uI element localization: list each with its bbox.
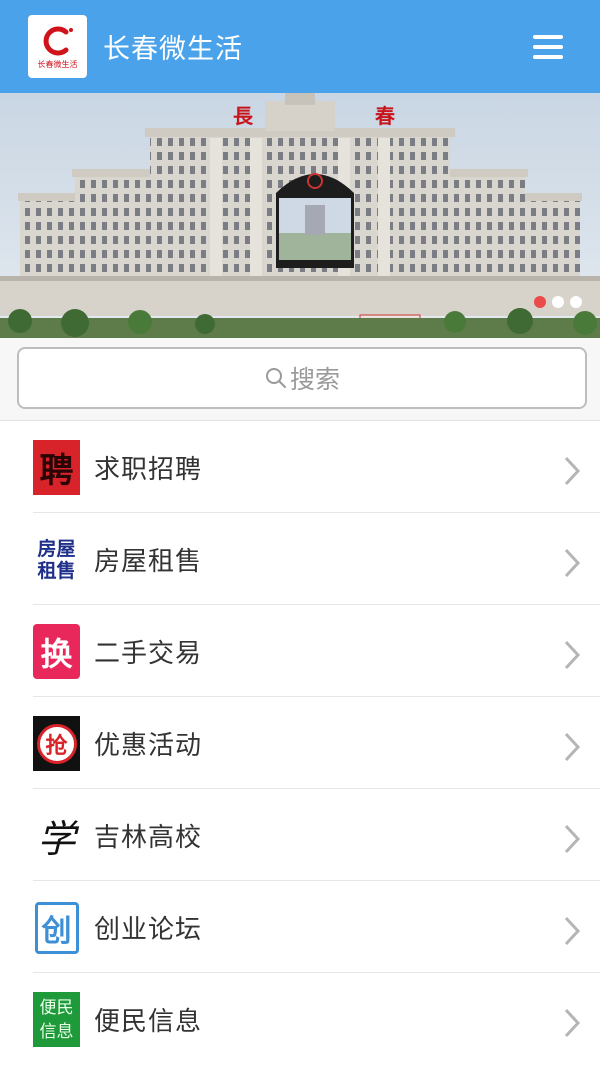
startup-icon: 创: [33, 900, 80, 955]
carousel-dot-2[interactable]: [552, 296, 564, 308]
promotion-icon: 抢: [33, 716, 80, 771]
list-item-label: 二手交易: [94, 639, 203, 669]
chevron-right-icon: [564, 824, 581, 854]
logo-text: 长春微生活: [37, 59, 78, 69]
list-item-label: 优惠活动: [94, 731, 203, 761]
chevron-right-icon: [564, 1008, 581, 1038]
list-item-label: 创业论坛: [94, 915, 203, 945]
hamburger-menu-icon[interactable]: [531, 30, 565, 64]
list-item-school[interactable]: 学 吉林高校: [0, 789, 600, 881]
housing-icon: 房屋 租售: [37, 537, 76, 582]
school-icon: 学: [37, 817, 76, 861]
app-title: 长春微生活: [103, 34, 243, 65]
exchange-icon: 换: [33, 624, 80, 679]
chevron-right-icon: [564, 456, 581, 486]
banner-sign-right: 春: [374, 104, 396, 128]
category-list: 聘 求职招聘 房屋 租售 房屋租售 换 二手交易 抢 优惠活动 学 吉林高校 创…: [0, 421, 600, 1065]
logo-c-icon: [43, 26, 73, 55]
list-item-exchange[interactable]: 换 二手交易: [0, 605, 600, 697]
banner-carousel[interactable]: 長 春: [0, 93, 600, 338]
list-item-info[interactable]: 便民 信息 便民信息: [0, 973, 600, 1065]
chevron-right-icon: [564, 916, 581, 946]
list-item-recruit[interactable]: 聘 求职招聘: [0, 421, 600, 513]
list-item-label: 便民信息: [94, 1007, 203, 1037]
carousel-dots: [534, 296, 582, 310]
list-item-label: 吉林高校: [94, 823, 203, 853]
chevron-right-icon: [564, 640, 581, 670]
carousel-dot-1[interactable]: [534, 296, 546, 308]
search-placeholder: 搜索: [289, 365, 340, 394]
chevron-right-icon: [564, 732, 581, 762]
banner-sign-left: 長: [233, 104, 254, 128]
search-bar: 搜索: [0, 338, 600, 421]
chevron-right-icon: [564, 548, 581, 578]
carousel-dot-3[interactable]: [570, 296, 582, 308]
list-item-label: 房屋租售: [94, 547, 203, 577]
railway-station-image: 長 春: [0, 93, 600, 338]
top-bar: 长春微生活 长春微生活: [0, 0, 600, 93]
list-item-promotion[interactable]: 抢 优惠活动: [0, 697, 600, 789]
list-item-label: 求职招聘: [94, 455, 203, 485]
list-item-housing[interactable]: 房屋 租售 房屋租售: [0, 513, 600, 605]
search-icon: [265, 368, 286, 388]
info-icon: 便民 信息: [33, 992, 80, 1047]
app-logo[interactable]: 长春微生活: [28, 15, 87, 78]
recruit-icon: 聘: [33, 440, 80, 495]
list-item-startup[interactable]: 创 创业论坛: [0, 881, 600, 973]
search-input[interactable]: 搜索: [17, 347, 587, 409]
